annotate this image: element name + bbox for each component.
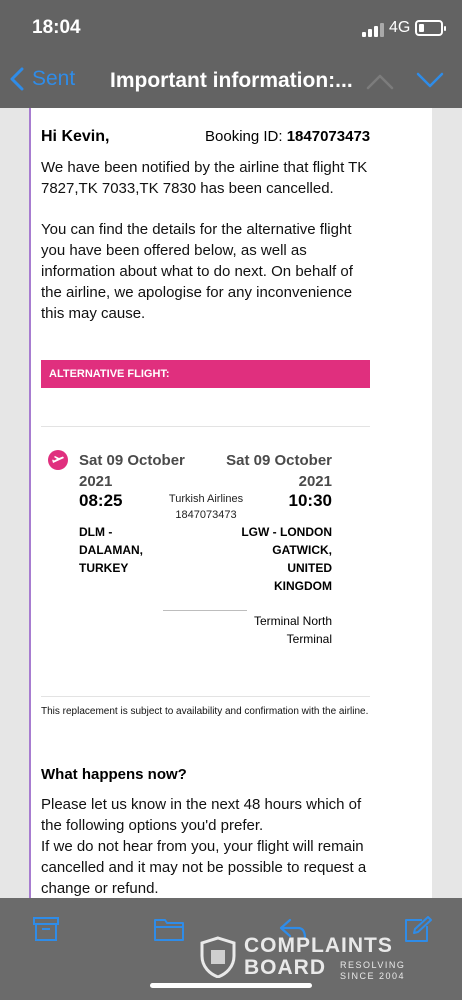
network-type: 4G	[389, 19, 411, 36]
arrival-airport: LGW - LONDON GATWICK, UNITED KINGDOM	[241, 525, 332, 593]
archive-icon[interactable]	[32, 916, 60, 942]
home-indicator	[150, 983, 312, 988]
alternative-flight-banner: ALTERNATIVE FLIGHT:	[41, 360, 370, 388]
departure-airport: DLM - DALAMAN, TURKEY	[79, 525, 143, 575]
status-time: 18:04	[32, 17, 81, 38]
booking-number: 1847073473	[286, 128, 371, 145]
next-message-icon[interactable]	[416, 72, 444, 90]
watermark-sub1: RESOLVING	[340, 960, 406, 970]
email-border-line	[29, 108, 31, 898]
departure-time: 08:25	[79, 491, 123, 510]
chevron-left-icon	[10, 67, 24, 91]
status-bar: 18:04 4G	[0, 0, 462, 58]
watermark-line1: COMPLAINTS	[244, 934, 393, 957]
airline-reference: 1847073473	[175, 509, 237, 521]
options-paragraph: Please let us know in the next 48 hours …	[41, 794, 376, 899]
left-margin	[0, 108, 30, 898]
shield-icon	[200, 936, 236, 978]
details-paragraph: You can find the details for the alterna…	[41, 221, 353, 322]
options-text: Please let us know in the next 48 hours …	[41, 796, 362, 834]
top-bar: 18:04 4G Sent Important information:...	[0, 0, 462, 108]
previous-message-icon[interactable]	[366, 72, 394, 90]
airline-info: Turkish Airlines 1847073473	[160, 491, 252, 523]
greeting: Hi Kevin,	[41, 128, 110, 145]
email-subject-title: Important information:...	[110, 69, 353, 92]
flight-path-line	[163, 610, 247, 611]
what-happens-heading: What happens now?	[41, 766, 187, 783]
right-margin	[432, 108, 462, 898]
folder-icon[interactable]	[153, 916, 185, 942]
cellular-signal-icon	[362, 23, 384, 37]
divider	[41, 426, 370, 427]
email-content-pad	[377, 108, 432, 898]
replacement-note: This replacement is subject to availabil…	[41, 706, 369, 717]
cancellation-paragraph: We have been notified by the airline tha…	[41, 159, 368, 197]
booking-id: Booking ID: 1847073473	[205, 128, 370, 145]
booking-label: Booking ID:	[205, 128, 283, 145]
arrival-time: 10:30	[288, 491, 332, 510]
no-reply-text: If we do not hear from you, your flight …	[41, 838, 367, 897]
plane-icon	[48, 450, 68, 470]
complaints-board-watermark: COMPLAINTS BOARD RESOLVING SINCE 2004	[200, 934, 416, 982]
watermark-line2: BOARD	[244, 956, 326, 979]
arrival-date: Sat 09 October 2021	[226, 452, 332, 490]
mail-nav-bar: Sent Important information:...	[0, 58, 462, 108]
airline-name: Turkish Airlines	[168, 493, 244, 505]
battery-icon	[415, 20, 446, 36]
departure-date: Sat 09 October 2021	[79, 452, 185, 490]
back-label: Sent	[32, 67, 76, 90]
back-button[interactable]: Sent	[10, 67, 75, 91]
divider	[41, 696, 370, 697]
arrival-terminal: Terminal North Terminal	[253, 614, 332, 646]
watermark-sub2: SINCE 2004	[340, 971, 406, 981]
